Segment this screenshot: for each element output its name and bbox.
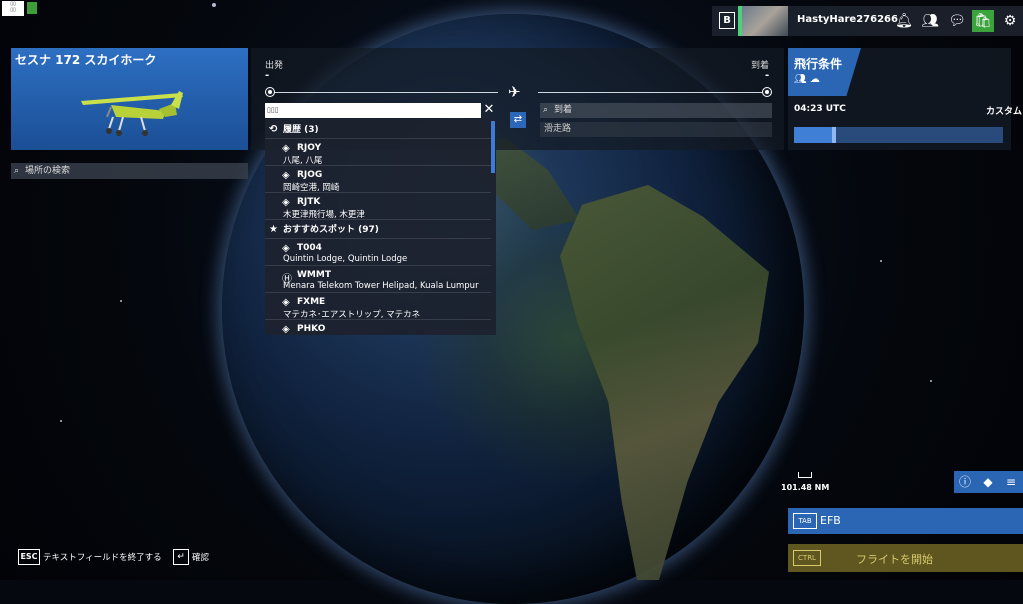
departure-suggestions-list[interactable]: ⟲ 履歴 (3) ◈ RJOY 八尾, 八尾 ◈ RJOG 岡崎空港, 岡崎 ◈… xyxy=(265,119,496,335)
route-line-arrival xyxy=(538,92,762,93)
cloud-icon: ☁ xyxy=(809,74,820,85)
menu-icon[interactable]: ≡ xyxy=(1000,471,1022,493)
aircraft-selector[interactable]: セスナ 172 スカイホーク xyxy=(11,48,248,150)
departure-point xyxy=(265,87,275,97)
map-controls: ⓘ ◆ ≡ xyxy=(954,471,1023,493)
airport-icon: ◈ xyxy=(282,297,290,308)
list-item[interactable]: ◈ RJOG 岡崎空港, 岡崎 xyxy=(265,167,491,193)
time-slider-fill xyxy=(794,127,836,143)
info-icon[interactable]: ⓘ xyxy=(954,471,976,493)
airport-icon: ◈ xyxy=(282,243,290,254)
list-item[interactable]: ◈ PHKO xyxy=(265,321,491,335)
efb-key-hint: TAB xyxy=(793,513,817,529)
bell-icon[interactable]: 🔔︎ xyxy=(893,10,915,32)
location-search-placeholder: 場所の検索 xyxy=(25,166,71,176)
route-line-departure xyxy=(274,92,498,93)
shop-icon[interactable]: 🛍︎ xyxy=(972,10,994,32)
list-item[interactable]: ◈ T004 Quintin Lodge, Quintin Lodge xyxy=(265,240,491,266)
star xyxy=(212,3,216,7)
esc-hint-label: テキストフィールドを終了する xyxy=(43,553,162,563)
swap-route-button[interactable]: ⇄ xyxy=(510,112,526,128)
layers-icon[interactable]: ◆ xyxy=(977,471,999,493)
time-slider-handle[interactable] xyxy=(831,127,836,143)
list-item[interactable]: Ⓗ WMMT Menara Telekom Tower Helipad, Kua… xyxy=(265,267,491,293)
runway-selector[interactable]: 滑走路 xyxy=(540,122,772,137)
departure-input[interactable] xyxy=(265,103,481,118)
conditions-title: 飛行条件 xyxy=(794,57,843,71)
esc-key-hint: ESC xyxy=(18,549,40,565)
start-flight-label: フライトを開始 xyxy=(856,553,933,566)
gear-icon[interactable]: ⚙ xyxy=(999,10,1021,32)
map-scale: 101.48 NM xyxy=(781,483,830,492)
location-search-input[interactable]: ⌕ 場所の検索 xyxy=(11,163,248,179)
multiplayer-icon: 👥︎ xyxy=(794,74,807,85)
chat-icon[interactable]: 💬︎ xyxy=(946,10,968,32)
star xyxy=(880,260,882,262)
airport-icon: ◈ xyxy=(282,324,290,335)
star xyxy=(120,300,122,302)
arrival-value: - xyxy=(765,70,770,81)
aircraft-image xyxy=(81,91,183,136)
star xyxy=(60,420,62,422)
featured-section-header: ★ おすすめスポット (97) xyxy=(265,221,491,239)
search-icon: ⌕ xyxy=(14,166,20,176)
dropdown-scrollbar[interactable] xyxy=(491,121,495,173)
conditions-mode: カスタム xyxy=(986,107,1023,117)
status-icon xyxy=(27,2,37,14)
avatar[interactable] xyxy=(742,6,788,36)
airplane-icon: ✈ xyxy=(508,83,521,101)
start-flight-key-hint: CTRL xyxy=(793,550,821,566)
enter-key-icon: ↵ xyxy=(173,549,189,565)
list-item[interactable]: ◈ RJOY 八尾, 八尾 xyxy=(265,140,491,166)
arrival-input[interactable]: ⌕ 到着 xyxy=(540,103,772,118)
star xyxy=(930,380,932,382)
arrival-point xyxy=(762,87,772,97)
history-section-header: ⟲ 履歴 (3) xyxy=(265,121,491,139)
map-scale-bar xyxy=(798,472,812,478)
close-icon[interactable]: ✕ xyxy=(482,102,496,118)
time-display: 04:23 UTC xyxy=(794,104,846,114)
airport-icon: ◈ xyxy=(282,143,290,154)
search-icon: ⌕ xyxy=(543,105,549,115)
friends-icon[interactable]: 👥︎ xyxy=(919,10,941,32)
departure-value: - xyxy=(265,70,270,81)
history-icon: ⟲ xyxy=(269,124,278,135)
arrival-input-placeholder: 到着 xyxy=(554,105,573,115)
star-icon: ★ xyxy=(269,224,278,235)
airport-icon: ◈ xyxy=(282,170,290,181)
aircraft-name: セスナ 172 スカイホーク xyxy=(15,53,157,67)
key-hint-b: B xyxy=(719,12,735,29)
conditions-icons: 👥︎ ☁ xyxy=(794,74,820,85)
app-logo: ▯▯ ▯▯ xyxy=(2,1,24,16)
confirm-hint-label: 確認 xyxy=(192,553,210,563)
list-item[interactable]: ◈ RJTK 木更津飛行場, 木更津 xyxy=(265,194,491,220)
airport-icon: ◈ xyxy=(282,197,290,208)
efb-label: EFB xyxy=(820,514,841,527)
list-item[interactable]: ◈ FXME マテカネ･エアストリップ, マテカネ xyxy=(265,294,491,320)
username[interactable]: HastyHare276266 xyxy=(797,14,898,25)
